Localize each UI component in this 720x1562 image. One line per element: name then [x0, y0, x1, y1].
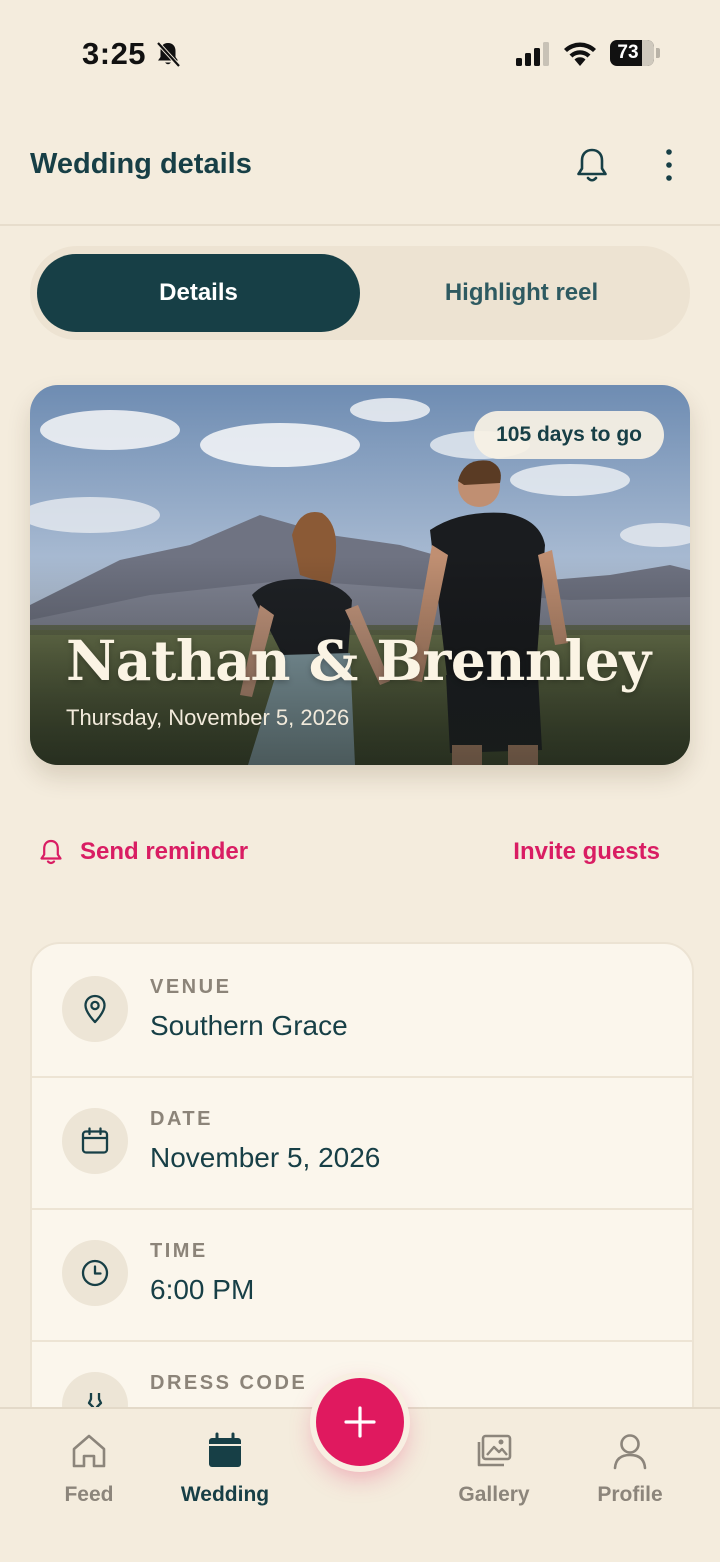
tab-details[interactable]: Details [37, 254, 360, 332]
status-bar: 3:25 73 [0, 0, 720, 100]
plus-icon [344, 1406, 376, 1438]
nav-profile-label: Profile [597, 1483, 663, 1506]
gallery-icon [477, 1434, 512, 1467]
calendar-icon [62, 1108, 128, 1174]
date-label: DATE [150, 1108, 213, 1130]
battery-indicator: 73 [610, 40, 662, 66]
profile-icon [613, 1434, 647, 1470]
notification-bell-icon[interactable] [570, 144, 614, 188]
battery-tip [656, 48, 660, 58]
add-button[interactable] [316, 1378, 404, 1466]
tab-highlight-reel[interactable]: Highlight reel [360, 254, 683, 332]
battery-percent: 73 [617, 42, 639, 63]
calendar-icon [209, 1432, 241, 1467]
segmented-control: Details Highlight reel [30, 246, 690, 340]
nav-wedding-label: Wedding [180, 1483, 270, 1506]
dress-code-label: DRESS CODE [150, 1372, 308, 1394]
more-options-icon[interactable] [654, 144, 684, 188]
venue-label: VENUE [150, 976, 232, 998]
send-reminder-label: Send reminder [80, 838, 249, 865]
time-value: 6:00 PM [150, 1274, 255, 1305]
clock-icon [62, 1240, 128, 1306]
nav-profile[interactable]: Profile [560, 1431, 700, 1531]
wifi-icon [564, 42, 596, 66]
time-label: TIME [150, 1240, 208, 1262]
reminder-bell-icon [40, 839, 62, 865]
hero-card[interactable]: 105 days to go Nathan & Brennley Thursda… [30, 385, 690, 765]
nav-feed-label: Feed [64, 1483, 114, 1506]
app-header: Wedding details [0, 120, 720, 226]
nav-gallery-label: Gallery [458, 1483, 530, 1506]
nav-gallery[interactable]: Gallery [424, 1431, 564, 1531]
countdown-badge: 105 days to go [474, 411, 664, 459]
venue-row[interactable]: VENUE Southern Grace [32, 944, 692, 1078]
location-pin-icon [62, 976, 128, 1042]
venue-value: Southern Grace [150, 1010, 348, 1041]
status-time: 3:25 [82, 36, 147, 71]
nav-wedding[interactable]: Wedding [155, 1431, 295, 1531]
time-row[interactable]: TIME 6:00 PM [32, 1208, 692, 1342]
battery-body: 73 [610, 40, 654, 66]
couple-names: Nathan & Brennley [66, 628, 651, 693]
home-icon [72, 1434, 106, 1468]
wedding-date-label: Thursday, November 5, 2026 [66, 705, 350, 730]
invite-guests-button[interactable]: Invite guests [513, 838, 660, 866]
send-reminder-button[interactable]: Send reminder [38, 838, 248, 866]
date-row[interactable]: DATE November 5, 2026 [32, 1076, 692, 1210]
action-row: Send reminder Invite guests [30, 830, 690, 880]
date-value: November 5, 2026 [150, 1142, 381, 1173]
bell-muted-icon [156, 41, 181, 68]
cellular-signal-icon [516, 42, 549, 66]
nav-feed[interactable]: Feed [19, 1431, 159, 1531]
page-title: Wedding details [30, 148, 252, 180]
